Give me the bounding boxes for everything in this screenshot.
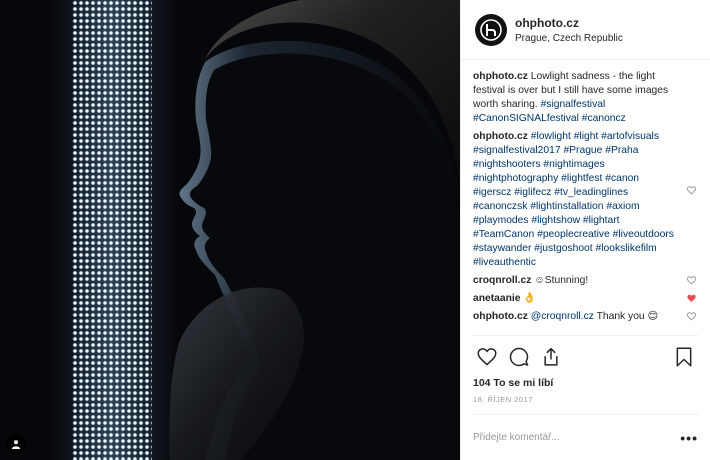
header-username[interactable]: ohphoto.cz — [515, 16, 623, 30]
comment-item: ohphoto.cz @croqnroll.cz Thank you 😊 — [473, 310, 696, 324]
comment-icon — [509, 347, 529, 366]
comment-username[interactable]: ohphoto.cz — [473, 311, 528, 322]
action-bar — [473, 335, 698, 377]
post-date[interactable]: 18. ŘÍJEN 2017 — [461, 389, 710, 404]
caption-comment: ohphoto.cz Lowlight sadness - the light … — [473, 70, 696, 126]
comment-mention[interactable]: @croqnroll.cz — [531, 311, 594, 322]
header-location[interactable]: Prague, Czech Republic — [515, 33, 623, 44]
share-button[interactable] — [537, 343, 565, 371]
hashtags-comment: ohphoto.cz #lowlight #light #artofvisual… — [473, 130, 696, 270]
comment-liked-heart-icon[interactable] — [687, 294, 696, 303]
comment-like-heart-icon[interactable] — [687, 276, 696, 285]
comment-username[interactable]: ohphoto.cz — [473, 71, 528, 82]
comment-username[interactable]: ohphoto.cz — [473, 131, 528, 142]
share-icon — [544, 347, 558, 366]
comments-list: ohphoto.cz Lowlight sadness - the light … — [461, 60, 710, 335]
heart-icon — [477, 347, 497, 365]
comment-username[interactable]: croqnroll.cz — [473, 275, 531, 286]
more-options-button[interactable]: ••• — [680, 430, 698, 446]
post-photo[interactable] — [0, 0, 460, 460]
comment-text: Thank you 😊 — [596, 311, 659, 322]
add-comment-bar: Přidejte komentář... ••• — [473, 414, 698, 460]
profile-silhouette — [169, 0, 460, 460]
comment-like-heart-icon[interactable] — [687, 312, 696, 321]
post-header: ohphoto.cz Prague, Czech Republic — [461, 0, 710, 60]
save-button[interactable] — [670, 343, 698, 371]
bookmark-icon — [676, 347, 692, 366]
add-comment-input[interactable]: Přidejte komentář... — [473, 432, 560, 443]
comment-button[interactable] — [505, 343, 533, 371]
comment-username[interactable]: anetaanie — [473, 293, 521, 304]
comment-item: croqnroll.cz ☺Stunning! — [473, 274, 696, 288]
likes-count[interactable]: 104 To se mi líbí — [461, 377, 710, 389]
ohphoto-logo-icon — [480, 18, 502, 41]
instagram-post: ohphoto.cz Prague, Czech Republic ohphot… — [0, 0, 710, 460]
post-sidebar: ohphoto.cz Prague, Czech Republic ohphot… — [460, 0, 710, 460]
comment-item: anetaanie 👌 — [473, 292, 696, 306]
avatar[interactable] — [475, 13, 507, 46]
comment-like-heart-icon[interactable] — [687, 186, 696, 195]
tagged-people-icon[interactable] — [6, 434, 26, 454]
comment-text: 👌 — [523, 293, 537, 304]
like-button[interactable] — [473, 343, 501, 371]
comment-text: ☺Stunning! — [534, 275, 589, 286]
comment-hashtags[interactable]: #lowlight #light #artofvisuals #signalfe… — [473, 131, 674, 268]
